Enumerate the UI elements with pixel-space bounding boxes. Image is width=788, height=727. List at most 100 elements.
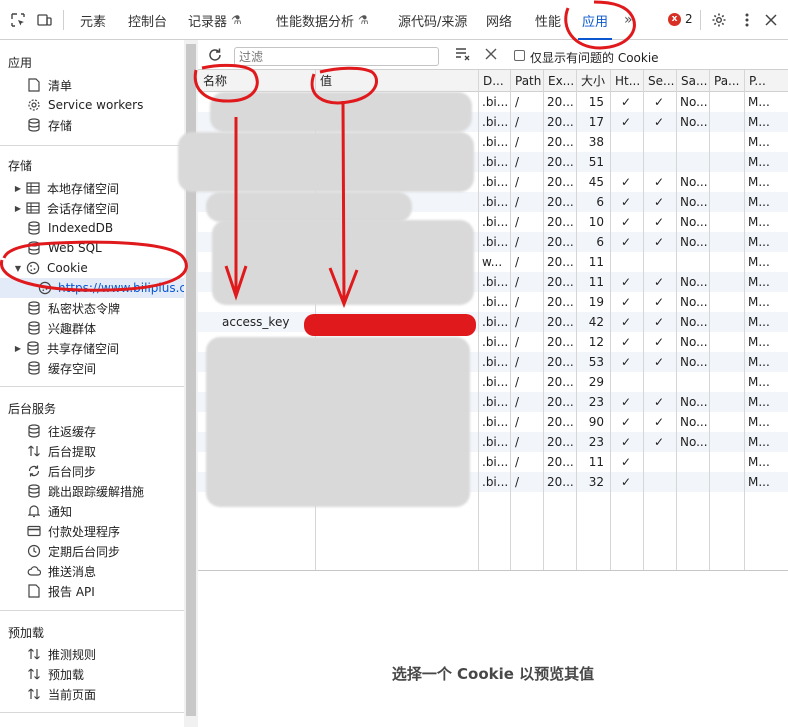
tab-performance[interactable]: 性能 xyxy=(535,0,561,40)
section-divider xyxy=(0,712,184,713)
header-name[interactable]: 名称 xyxy=(198,70,315,92)
redaction-blob xyxy=(206,192,412,222)
cell-http xyxy=(621,252,643,272)
sidebar-item-push-messaging[interactable]: 推送消息 xyxy=(0,561,184,581)
sidebar-item-interest-groups[interactable]: 兴趣群体 xyxy=(0,318,184,338)
column-divider[interactable] xyxy=(576,70,577,570)
tab-application[interactable]: 应用 xyxy=(577,0,613,40)
cell-http: ✓ xyxy=(621,455,632,469)
cookie-filter-input[interactable] xyxy=(234,47,439,66)
sidebar-item-cookies[interactable]: ▼ Cookie xyxy=(0,258,184,278)
device-toggle-icon[interactable] xyxy=(30,0,58,40)
refresh-icon[interactable] xyxy=(207,47,223,66)
sidebar-item-background-sync[interactable]: 后台同步 xyxy=(0,461,184,481)
tab-recorder[interactable]: 记录器 ⚗ xyxy=(188,0,242,40)
cell-path: / xyxy=(515,395,520,409)
sidebar-item-cookie-origin[interactable]: https://www.biliplus.com xyxy=(0,278,184,298)
section-divider xyxy=(0,386,184,387)
expand-triangle-icon[interactable]: ▶ xyxy=(13,204,23,213)
sidebar-item-cache-storage[interactable]: 缓存空间 xyxy=(0,358,184,378)
tab-network[interactable]: 网络 xyxy=(486,0,512,40)
cell-size: 19 xyxy=(588,295,604,309)
grid-icon xyxy=(25,200,41,216)
cell-p: M... xyxy=(748,375,770,389)
sidebar-item-service-workers[interactable]: Service workers xyxy=(0,95,184,115)
cell-http: ✓ xyxy=(621,395,632,409)
sidebar-item-manifest[interactable]: 清单 xyxy=(0,75,184,95)
header-samesite[interactable]: Sa... xyxy=(676,70,709,92)
inspect-icon[interactable] xyxy=(4,0,32,40)
expand-triangle-icon[interactable]: ▶ xyxy=(13,344,23,353)
tab-elements[interactable]: 元素 xyxy=(80,0,106,40)
sidebar-item-shared-storage[interactable]: ▶ 共享存储空间 xyxy=(0,338,184,358)
more-tabs-icon[interactable]: » xyxy=(624,0,633,40)
cell-size: 11 xyxy=(588,455,604,469)
column-divider[interactable] xyxy=(643,70,644,570)
sidebar-item-bfcache[interactable]: 往返缓存 xyxy=(0,421,184,441)
cell-http: ✓ xyxy=(621,315,632,329)
column-divider[interactable] xyxy=(744,70,745,570)
sidebar-item-bounce-tracking[interactable]: 跳出跟踪缓解措施 xyxy=(0,481,184,501)
header-priority[interactable]: P... xyxy=(744,70,788,92)
tab-console[interactable]: 控制台 xyxy=(128,0,167,40)
cell-p: M... xyxy=(748,295,770,309)
cell-http: ✓ xyxy=(621,475,632,489)
sidebar-item-this-page[interactable]: 当前页面 xyxy=(0,684,184,704)
error-count-badge[interactable]: x 2 xyxy=(668,12,693,26)
column-divider[interactable] xyxy=(510,70,511,570)
close-icon[interactable] xyxy=(757,0,785,40)
cell-size: 17 xyxy=(588,115,604,129)
cell-p: M... xyxy=(748,275,770,289)
sidebar-item-private-state-tokens[interactable]: 私密状态令牌 xyxy=(0,298,184,318)
sidebar-item-speculation-rules[interactable]: 推测规则 xyxy=(0,644,184,664)
column-divider[interactable] xyxy=(709,70,710,570)
header-path[interactable]: Path xyxy=(510,70,543,92)
sidebar-item-periodic-sync[interactable]: 定期后台同步 xyxy=(0,541,184,561)
header-secure[interactable]: Se... xyxy=(643,70,676,92)
header-expires[interactable]: Ex... xyxy=(543,70,576,92)
tab-performance-insights[interactable]: 性能数据分析 ⚗ xyxy=(276,0,369,40)
cell-path: / xyxy=(515,235,520,249)
swap-arrows-icon xyxy=(26,686,42,702)
column-divider[interactable] xyxy=(610,70,611,570)
cell-p: M... xyxy=(748,415,770,429)
sidebar-item-notifications[interactable]: 通知 xyxy=(0,501,184,521)
cell-http xyxy=(621,132,643,152)
clear-filtered-icon[interactable] xyxy=(455,46,471,65)
sidebar-item-background-fetch[interactable]: 后台提取 xyxy=(0,441,184,461)
header-domain[interactable]: D... xyxy=(478,70,510,92)
column-divider[interactable] xyxy=(676,70,677,570)
header-httponly[interactable]: Ht... xyxy=(610,70,643,92)
header-value[interactable]: 值 xyxy=(315,70,478,92)
cell-http xyxy=(621,372,643,392)
flask-icon: ⚗ xyxy=(231,13,242,27)
sidebar-item-web-sql[interactable]: Web SQL xyxy=(0,238,184,258)
header-partition-key[interactable]: Pa... xyxy=(709,70,744,92)
expand-triangle-icon[interactable]: ▶ xyxy=(13,184,23,193)
bell-icon xyxy=(26,503,42,519)
sidebar-item-storage-overview[interactable]: 存储 xyxy=(0,115,184,135)
cell-http: ✓ xyxy=(621,295,632,309)
table-row[interactable]: access_key .bi... / 20... 42 ✓ ✓ No... M... xyxy=(198,312,788,332)
cell-secure: ✓ xyxy=(654,355,665,369)
column-divider[interactable] xyxy=(543,70,544,570)
cell-p: M... xyxy=(748,475,770,489)
cell-size: 32 xyxy=(588,475,604,489)
clock-icon xyxy=(26,543,42,559)
sidebar-item-local-storage[interactable]: ▶ 本地存储空间 xyxy=(0,178,184,198)
delete-all-icon[interactable] xyxy=(485,48,497,63)
cell-secure xyxy=(654,252,676,272)
collapse-triangle-icon[interactable]: ▼ xyxy=(13,264,23,273)
only-issues-checkbox[interactable] xyxy=(514,50,525,61)
tab-sources[interactable]: 源代码/来源 xyxy=(398,0,467,40)
cell-secure xyxy=(654,452,676,472)
header-size[interactable]: 大小 xyxy=(576,70,610,92)
sidebar-item-session-storage[interactable]: ▶ 会话存储空间 xyxy=(0,198,184,218)
sidebar-item-preloads[interactable]: 预加载 xyxy=(0,664,184,684)
sidebar-item-indexeddb[interactable]: IndexedDB xyxy=(0,218,184,238)
sidebar-item-payment-handler[interactable]: 付款处理程序 xyxy=(0,521,184,541)
cell-domain: .bi... xyxy=(482,375,509,389)
sidebar-item-reporting-api[interactable]: 报告 API xyxy=(0,581,184,601)
settings-icon[interactable] xyxy=(705,0,733,40)
column-divider[interactable] xyxy=(478,70,479,570)
